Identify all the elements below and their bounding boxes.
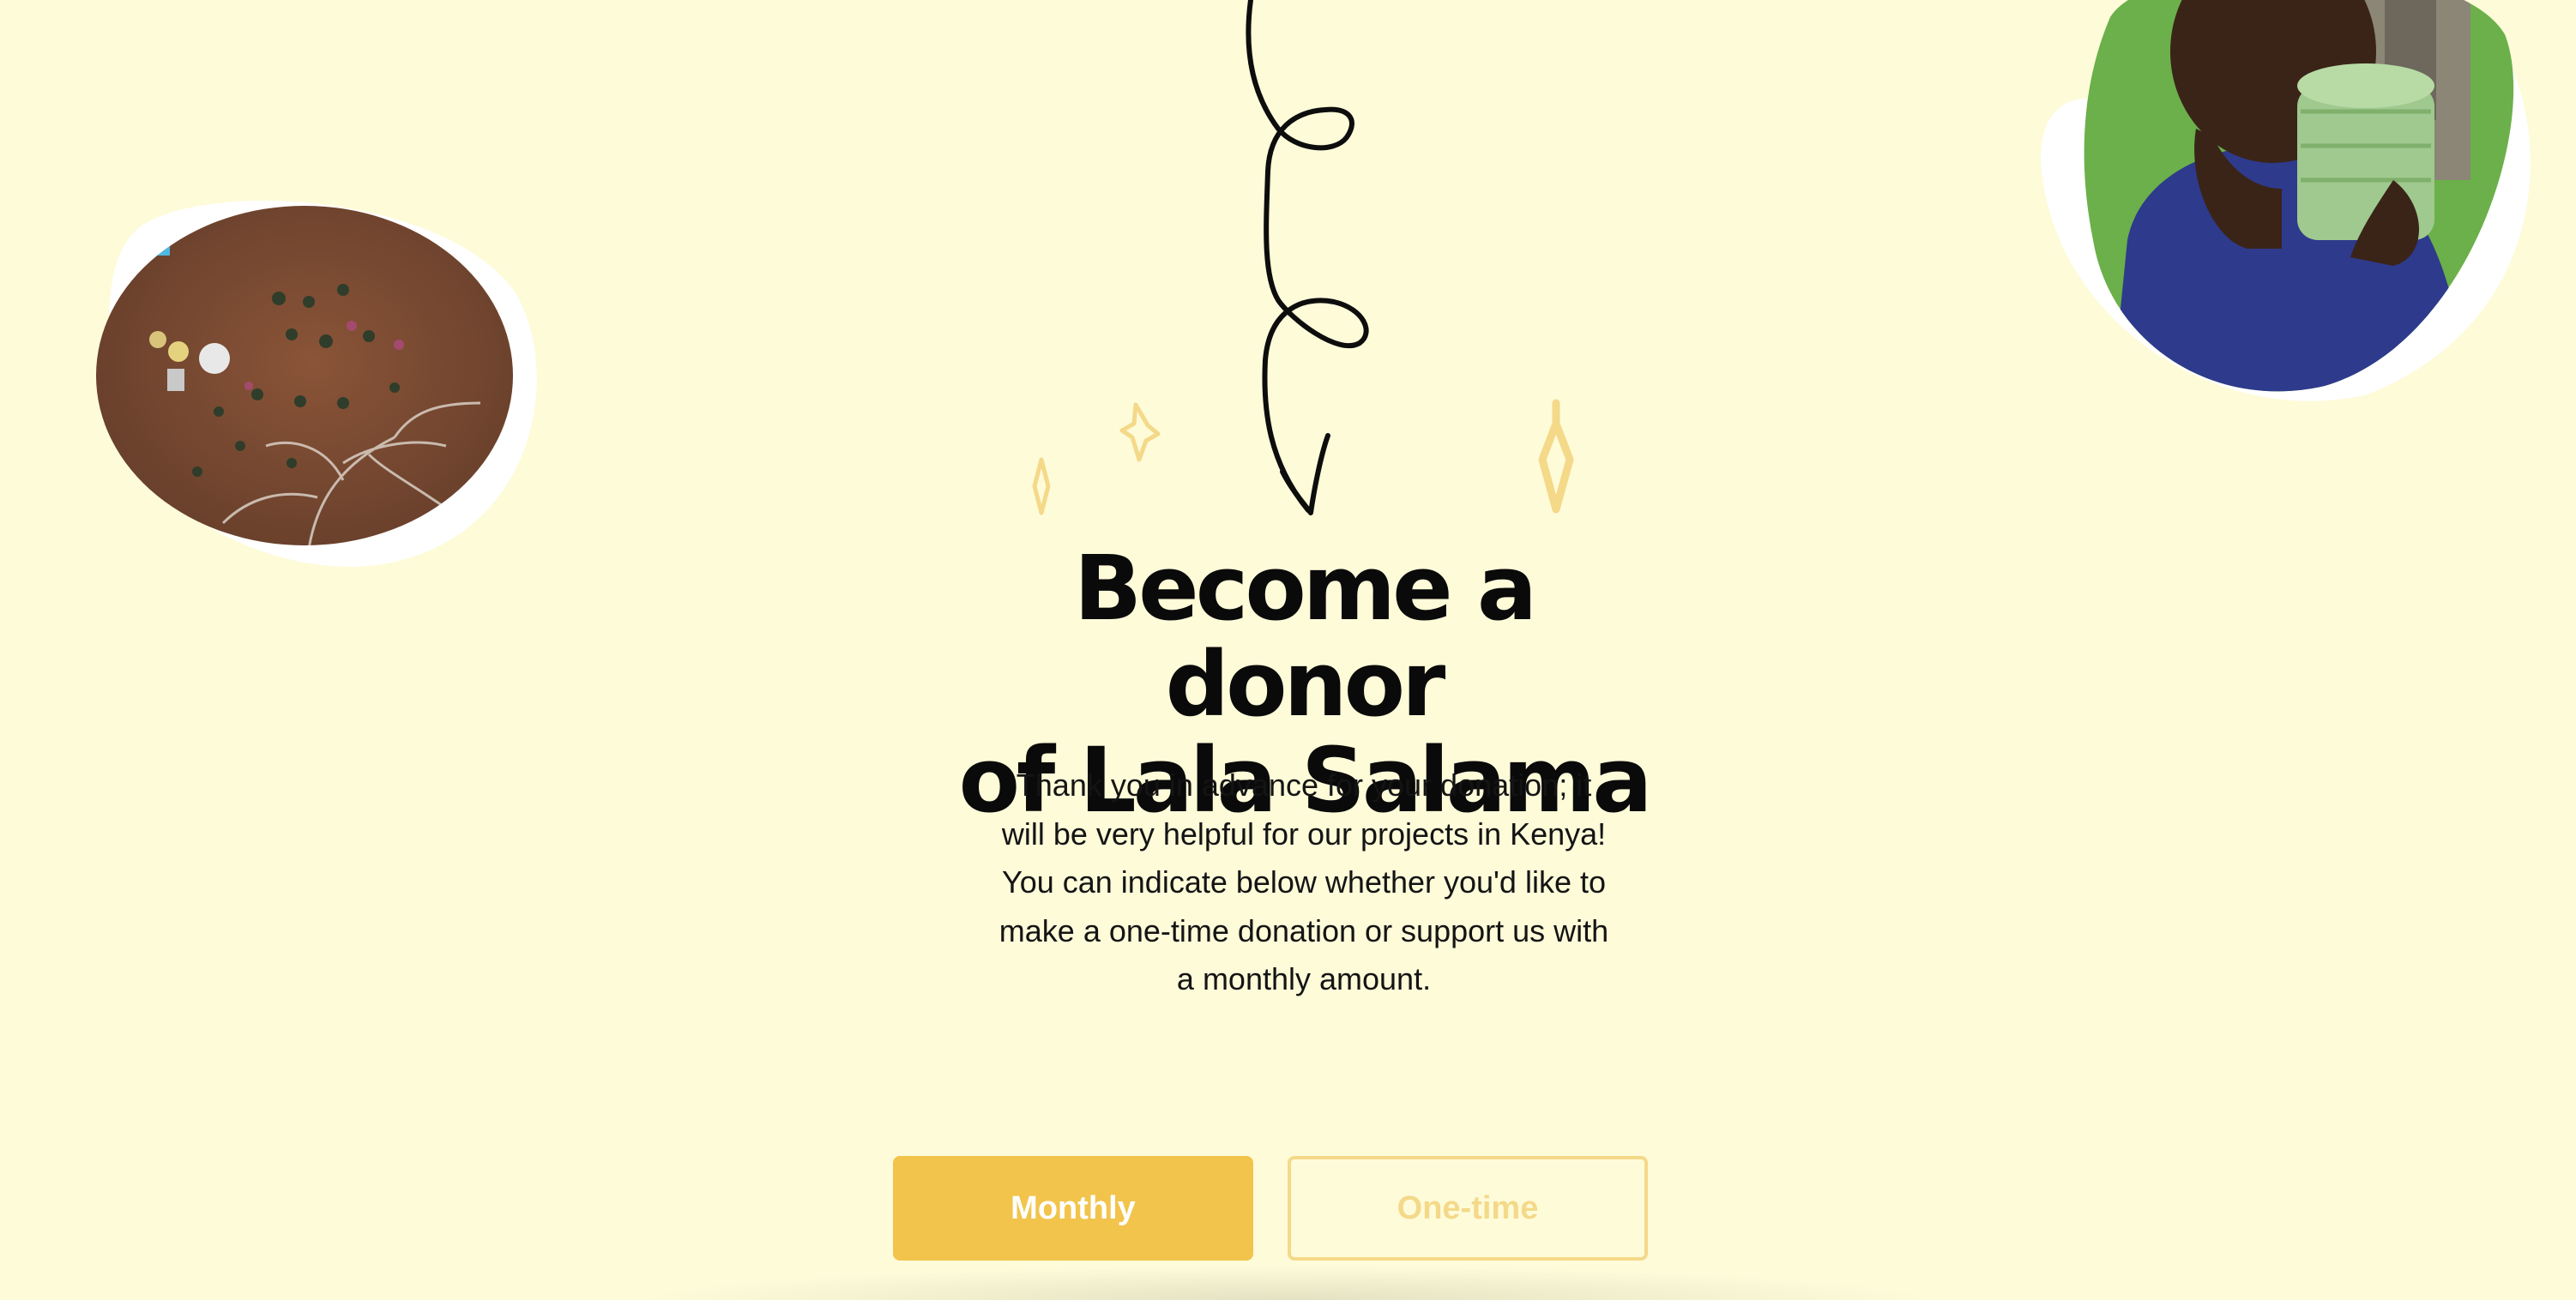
sparkle-icon bbox=[1119, 402, 1161, 462]
title-line-1: Become a donor bbox=[1073, 536, 1537, 737]
child-drinking-photo-image bbox=[2041, 0, 2531, 401]
sparkle-icon bbox=[1032, 457, 1051, 515]
one-time-button[interactable]: One-time bbox=[1288, 1156, 1648, 1261]
donation-description: Thank you in advance for your donation; … bbox=[998, 767, 1609, 996]
sparkle-icon bbox=[1538, 399, 1574, 514]
monthly-button[interactable]: Monthly bbox=[893, 1156, 1253, 1261]
squiggle-arrow-icon bbox=[1246, 0, 1369, 515]
card-shadow bbox=[635, 1266, 1939, 1300]
aerial-photo-image bbox=[96, 201, 537, 567]
